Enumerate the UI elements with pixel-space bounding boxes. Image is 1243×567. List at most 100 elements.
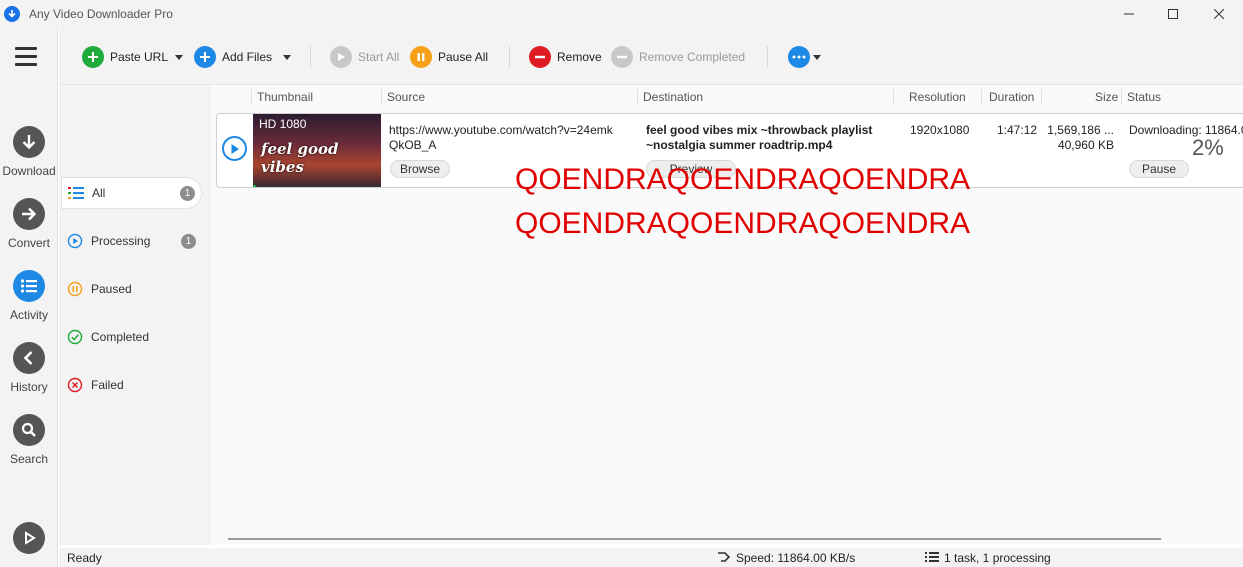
pause-all-button[interactable]: Pause All xyxy=(410,45,488,69)
source-url-line1: https://www.youtube.com/watch?v=24emk xyxy=(389,123,613,137)
filter-processing-count: 1 xyxy=(181,233,196,249)
add-files-button[interactable]: Add Files xyxy=(194,45,272,69)
start-all-label: Start All xyxy=(358,50,400,64)
row-play-button[interactable] xyxy=(222,136,247,161)
rail-label-search: Search xyxy=(9,452,49,466)
hd-badge: HD 1080 xyxy=(259,117,307,131)
start-all-button[interactable]: Start All xyxy=(330,45,399,69)
left-nav-rail: Download Convert Activity History Search xyxy=(0,28,58,567)
rail-item-activity[interactable]: Activity xyxy=(0,270,58,336)
remove-label: Remove xyxy=(557,50,602,64)
status-percent: 2% xyxy=(1192,135,1224,160)
column-header-status[interactable]: Status xyxy=(1127,85,1161,108)
destination-line1: feel good vibes mix ~throwback playlist xyxy=(646,123,873,137)
remove-completed-label: Remove Completed xyxy=(639,50,746,64)
app-logo-icon xyxy=(4,6,20,22)
rail-label-activity: Activity xyxy=(9,308,48,322)
play-icon xyxy=(13,522,45,554)
filter-failed-label: Failed xyxy=(91,378,124,392)
source-url-line2: QkOB_A xyxy=(389,138,437,152)
processing-play-icon xyxy=(67,233,83,249)
column-divider xyxy=(981,89,982,105)
column-divider xyxy=(251,89,252,105)
size-value: 1,569,186 ... 40,960 KB xyxy=(1039,123,1114,153)
filter-paused[interactable]: Paused xyxy=(61,273,202,305)
rail-label-convert: Convert xyxy=(7,236,51,250)
horizontal-scrollbar[interactable] xyxy=(228,538,1161,540)
filter-completed-label: Completed xyxy=(91,330,150,344)
minus-icon xyxy=(529,46,551,68)
filter-all[interactable]: All 1 xyxy=(61,177,202,209)
task-list-icon xyxy=(925,551,939,566)
chevron-down-icon xyxy=(175,54,183,60)
rail-item-player[interactable] xyxy=(0,522,58,567)
filter-processing[interactable]: Processing 1 xyxy=(61,225,202,257)
column-divider xyxy=(1041,89,1042,105)
filter-failed[interactable]: Failed xyxy=(61,369,202,401)
close-button[interactable] xyxy=(1196,0,1242,28)
column-header-thumbnail[interactable]: Thumbnail xyxy=(257,85,313,108)
status-speed: Speed: 11864.00 KB/s xyxy=(736,551,856,565)
paste-url-dropdown[interactable] xyxy=(175,45,183,69)
maximize-button[interactable] xyxy=(1150,0,1196,28)
overlay-text-line1: QOENDRAQOENDRAQOENDRA xyxy=(515,163,971,196)
column-header-duration[interactable]: Duration xyxy=(989,85,1034,108)
pause-all-label: Pause All xyxy=(438,50,489,64)
column-divider xyxy=(1121,89,1122,105)
toolbar-divider xyxy=(310,46,311,68)
minimize-button[interactable] xyxy=(1106,0,1152,28)
column-header-source[interactable]: Source xyxy=(387,85,425,108)
filter-processing-label: Processing xyxy=(91,234,151,248)
source-url: https://www.youtube.com/watch?v=24emk Qk… xyxy=(389,123,629,153)
status-text: Downloading: 11864.0 xyxy=(1129,123,1243,137)
completed-check-icon xyxy=(67,329,83,345)
remove-completed-button[interactable]: Remove Completed xyxy=(611,45,745,69)
rail-item-convert[interactable]: Convert xyxy=(0,198,58,264)
status-bar: Ready Speed: 11864.00 KB/s 1 task, 1 pro… xyxy=(59,548,1243,567)
video-thumbnail: HD 1080 feel good vibes xyxy=(253,114,381,187)
size-line2: 40,960 KB xyxy=(1057,138,1114,152)
column-header-destination[interactable]: Destination xyxy=(643,85,703,108)
downloads-table: Thumbnail Source Destination Resolution … xyxy=(211,85,1243,545)
destination-filename: feel good vibes mix ~throwback playlist … xyxy=(646,123,896,153)
rail-item-history[interactable]: History xyxy=(0,342,58,408)
menu-hamburger-icon[interactable] xyxy=(15,47,37,71)
toolbar-divider xyxy=(509,46,510,68)
duration-value: 1:47:12 xyxy=(997,123,1038,137)
window-title: Any Video Downloader Pro xyxy=(29,7,173,21)
filter-all-count: 1 xyxy=(180,185,195,201)
add-files-label: Add Files xyxy=(222,50,273,64)
rail-item-search[interactable]: Search xyxy=(0,414,58,480)
download-progress-bar xyxy=(253,185,381,187)
list-icon xyxy=(68,185,84,201)
row-pause-button[interactable]: Pause xyxy=(1129,160,1189,178)
browse-button[interactable]: Browse xyxy=(390,160,450,178)
toolbar-divider xyxy=(767,46,768,68)
filter-panel: All 1 Processing 1 Paused Completed Fail… xyxy=(59,85,211,545)
convert-arrow-icon xyxy=(13,198,45,230)
column-header-resolution[interactable]: Resolution xyxy=(909,85,966,108)
filter-paused-label: Paused xyxy=(91,282,132,296)
more-options-button[interactable] xyxy=(788,45,821,69)
rail-label-download: Download xyxy=(2,164,56,178)
overlay-text-line2: QOENDRAQOENDRAQOENDRA xyxy=(515,207,971,240)
column-divider xyxy=(637,89,638,105)
pause-icon xyxy=(410,46,432,68)
column-divider xyxy=(893,89,894,105)
remove-button[interactable]: Remove xyxy=(529,45,602,69)
add-files-dropdown[interactable] xyxy=(283,45,291,69)
status-ready: Ready xyxy=(67,551,102,565)
toolbar: Paste URL Add Files Start All Pause All … xyxy=(59,28,1243,85)
size-line1: 1,569,186 ... xyxy=(1047,123,1114,137)
title-bar: Any Video Downloader Pro xyxy=(0,0,1243,28)
column-divider xyxy=(381,89,382,105)
chevron-down-icon xyxy=(813,54,821,60)
column-header-size[interactable]: Size xyxy=(1095,85,1118,108)
paste-url-button[interactable]: Paste URL xyxy=(82,45,168,69)
plus-icon xyxy=(194,46,216,68)
filter-completed[interactable]: Completed xyxy=(61,321,202,353)
status-tasks: 1 task, 1 processing xyxy=(944,551,1051,565)
resolution-value: 1920x1080 xyxy=(910,123,970,137)
plus-icon xyxy=(82,46,104,68)
rail-item-download[interactable]: Download xyxy=(0,126,58,192)
